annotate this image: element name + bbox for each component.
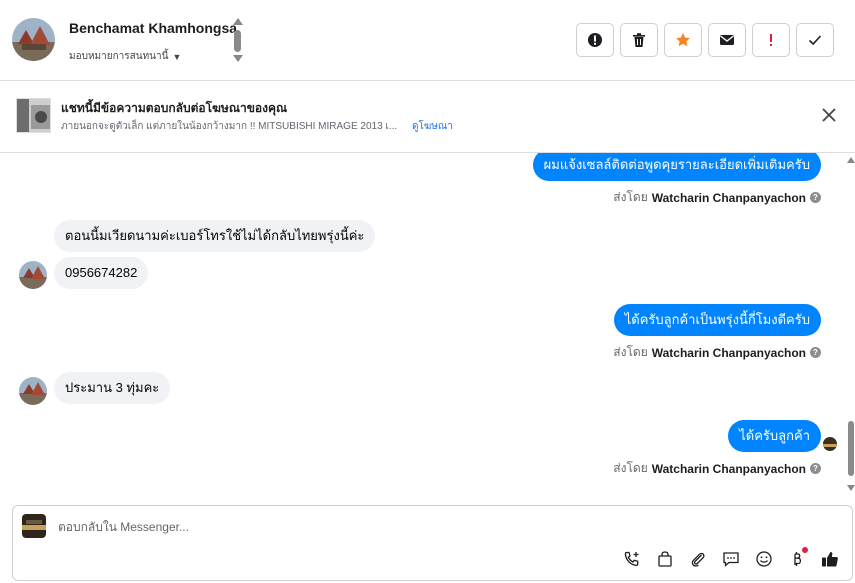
- seen-avatar: [823, 437, 837, 451]
- header-scrollbar[interactable]: [232, 18, 244, 64]
- message-bubble-outgoing[interactable]: ผมแจ้งเซลล์ติดต่อพูดคุยรายละเอียดเพิ่มเต…: [532, 153, 821, 181]
- caret-down-icon: ▼: [172, 51, 182, 62]
- contact-avatar-small: [19, 377, 47, 405]
- sent-by-line: ส่งโดย Watcharin Chanpanyachon ?: [613, 343, 821, 362]
- conversation-header: Benchamat Khamhongsa มอบหมายการสนทนานี้ …: [0, 0, 855, 81]
- saved-replies-button[interactable]: [721, 549, 741, 569]
- delete-button[interactable]: [620, 23, 658, 57]
- sender-name: Watcharin Chanpanyachon: [651, 461, 806, 476]
- assign-label: มอบหมายการสนทนานี้: [69, 51, 169, 62]
- sent-by-label: ส่งโดย: [613, 461, 648, 475]
- page-avatar: [22, 514, 46, 538]
- attach-button[interactable]: [688, 549, 708, 569]
- scroll-thumb[interactable]: [848, 421, 854, 476]
- sent-by-label: ส่งโดย: [613, 345, 648, 359]
- message-bubble-incoming[interactable]: 0956674282: [54, 257, 149, 289]
- exclamation-icon: [770, 34, 772, 46]
- shopping-bag-icon: [658, 551, 672, 567]
- envelope-icon: [720, 35, 734, 45]
- emoji-icon: [756, 551, 772, 567]
- contact-name[interactable]: Benchamat Khamhongsa: [69, 20, 237, 36]
- star-icon: [676, 33, 690, 47]
- ad-banner-title: แชทนี้มีข้อความตอบกลับต่อโฆษณาของคุณ: [61, 101, 288, 115]
- ad-reply-banner: แชทนี้มีข้อความตอบกลับต่อโฆษณาของคุณ ภาย…: [0, 81, 855, 153]
- emoji-button[interactable]: [754, 549, 774, 569]
- close-icon[interactable]: [821, 107, 837, 123]
- scroll-thumb[interactable]: [234, 30, 241, 52]
- sender-name: Watcharin Chanpanyachon: [651, 190, 806, 205]
- message-bubble-outgoing[interactable]: ได้ครับลูกค้า: [728, 420, 821, 452]
- shop-button[interactable]: [655, 549, 675, 569]
- notification-dot: [802, 547, 808, 553]
- ad-description: ภายนอกจะดูตัวเล็ก แต่ภายในน้องกว้างมาก !…: [61, 121, 398, 132]
- sender-name: Watcharin Chanpanyachon: [651, 345, 806, 360]
- trash-icon: [633, 33, 645, 47]
- sent-by-line: ส่งโดย Watcharin Chanpanyachon ?: [613, 188, 821, 207]
- composer-toolbar: [622, 547, 840, 569]
- help-icon[interactable]: ?: [810, 463, 821, 474]
- mark-done-button[interactable]: [796, 23, 834, 57]
- sent-by-label: ส่งโดย: [613, 190, 648, 204]
- scroll-down-icon[interactable]: [233, 55, 243, 62]
- like-button[interactable]: [820, 549, 840, 569]
- message-bubble-incoming[interactable]: ประมาน 3 ทุ่มคะ: [54, 372, 171, 404]
- help-icon[interactable]: ?: [810, 192, 821, 203]
- scroll-up-icon[interactable]: [847, 157, 855, 163]
- assign-conversation-dropdown[interactable]: มอบหมายการสนทนานี้ ▼: [69, 49, 181, 64]
- reply-input[interactable]: [58, 520, 658, 534]
- message-thread: ผมแจ้งเซลล์ติดต่อพูดคุยรายละเอียดเพิ่มเต…: [0, 153, 855, 503]
- contact-avatar[interactable]: [12, 18, 55, 61]
- ad-banner-subtitle: ภายนอกจะดูตัวเล็ก แต่ภายในน้องกว้างมาก !…: [61, 119, 453, 134]
- help-icon[interactable]: ?: [810, 347, 821, 358]
- call-button[interactable]: [622, 549, 642, 569]
- ad-thumbnail[interactable]: [16, 98, 51, 133]
- mark-unread-button[interactable]: [708, 23, 746, 57]
- follow-up-button[interactable]: [752, 23, 790, 57]
- message-scrollbar[interactable]: [847, 153, 855, 493]
- alert-circle-icon: [588, 33, 602, 47]
- reply-composer: [12, 505, 853, 581]
- message-bubble-incoming[interactable]: ตอนนี้มเวียดนามค่ะเบอร์โทรใช้ไม่ได้กลับไ…: [54, 220, 376, 252]
- chat-bubble-icon: [723, 552, 739, 567]
- sent-by-line: ส่งโดย Watcharin Chanpanyachon ?: [613, 459, 821, 478]
- conversation-actions: [576, 23, 834, 57]
- payment-button[interactable]: [787, 547, 808, 569]
- thumbs-up-icon: [822, 552, 838, 567]
- paperclip-icon: [691, 552, 705, 567]
- scroll-down-icon[interactable]: [847, 485, 855, 491]
- view-ad-link[interactable]: ดูโฆษณา: [412, 121, 453, 132]
- star-button[interactable]: [664, 23, 702, 57]
- scroll-up-icon[interactable]: [233, 18, 243, 25]
- call-add-icon: [624, 551, 639, 567]
- contact-avatar-small: [19, 261, 47, 289]
- mark-spam-button[interactable]: [576, 23, 614, 57]
- check-icon: [808, 35, 822, 46]
- message-bubble-outgoing[interactable]: ได้ครับลูกค้าเป็นพรุ่งนี้กี่โมงดีครับ: [613, 304, 821, 336]
